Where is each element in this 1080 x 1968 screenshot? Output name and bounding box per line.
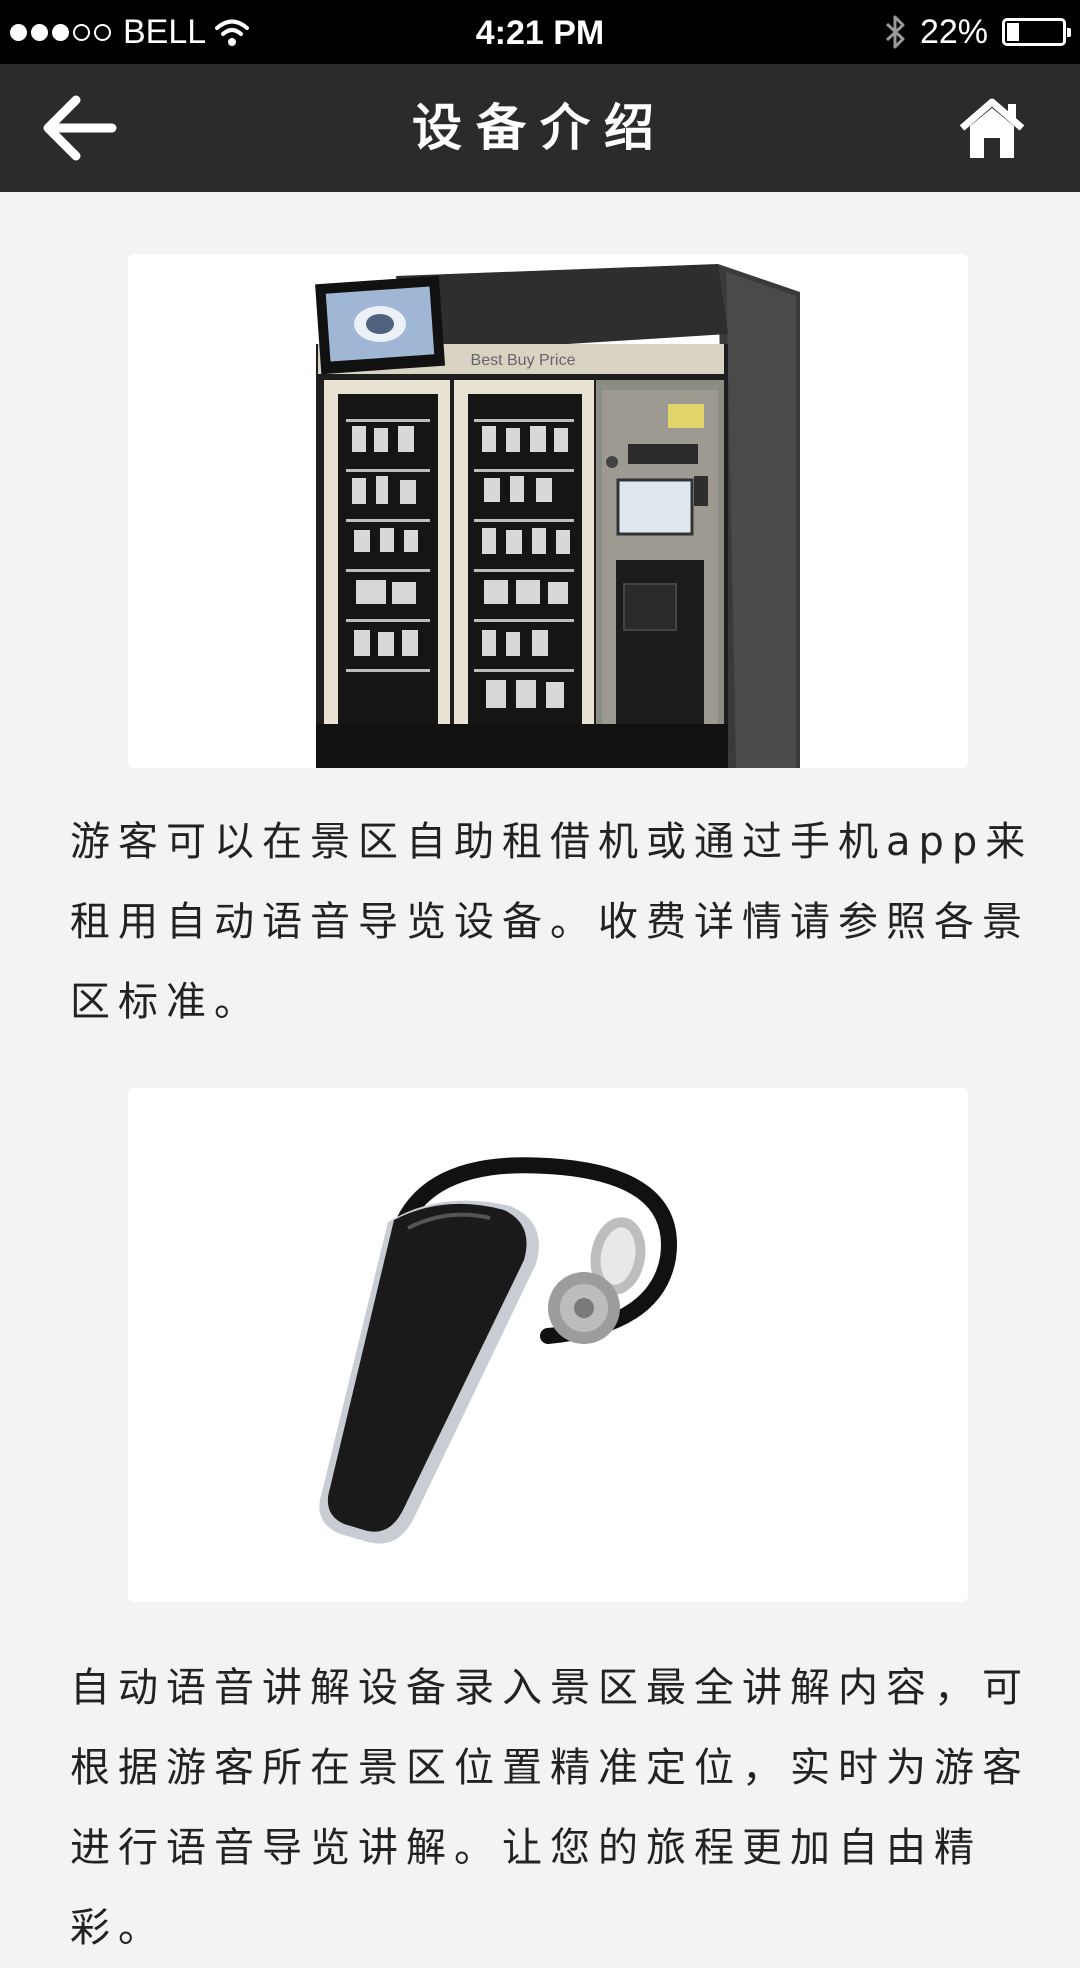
description-paragraph-rental: 游客可以在景区自助租借机或通过手机app来租用自动语音导览设备。收费详情请参照各… (70, 819, 1034, 1025)
battery-percent: 22% (919, 12, 988, 51)
earpiece-image (128, 1088, 968, 1602)
home-icon[interactable] (958, 96, 1026, 160)
status-right: 22% (884, 0, 1071, 64)
machine-label: Best Buy Price (471, 352, 576, 369)
battery-icon (1002, 18, 1071, 46)
description-paragraph-features: 自动语音讲解设备录入景区最全讲解内容，可根据游客所在景区位置精准定位，实时为游客… (70, 1665, 1030, 1951)
page-title: 设备介绍 (412, 99, 668, 157)
bluetooth-icon (885, 15, 905, 49)
status-bar: BELL 4:21 PM 22% (0, 0, 1080, 64)
nav-bar: 设备介绍 (0, 64, 1080, 192)
vending-machine-image: Best Buy Price (128, 254, 968, 768)
